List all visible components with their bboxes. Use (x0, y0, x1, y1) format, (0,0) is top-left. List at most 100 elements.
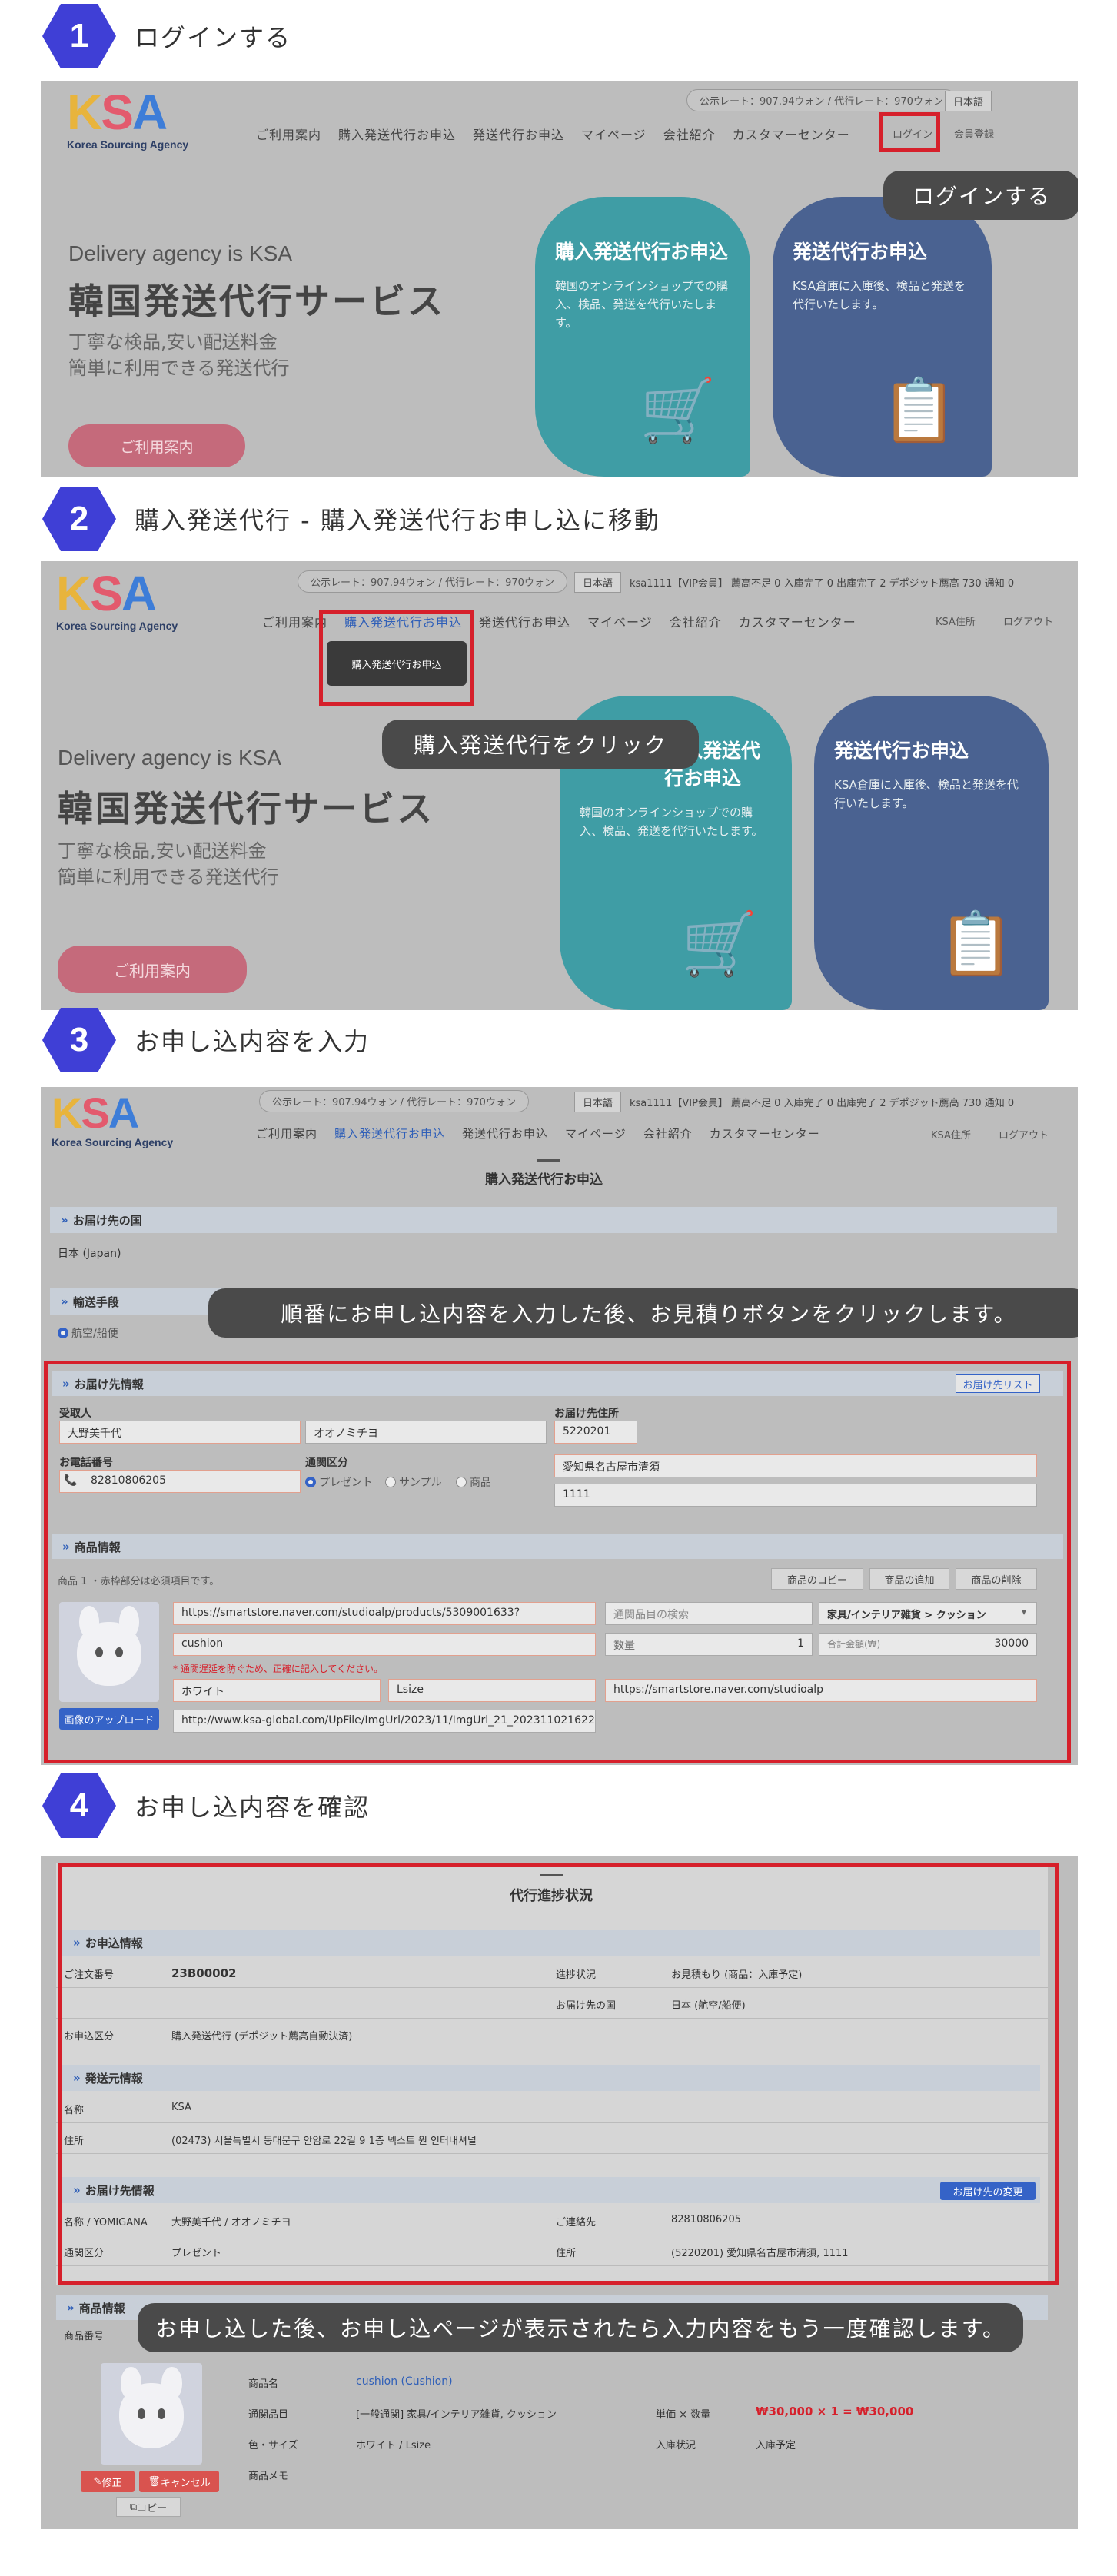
ksa-logo[interactable]: KSA Korea Sourcing Agency (67, 88, 188, 151)
nav-support[interactable]: カスタマーセンター (733, 125, 850, 143)
shipping-card[interactable]: 発送代行お申込 KSA倉庫に入庫後、検品と発送を代行いたします。 📋 (814, 696, 1049, 1010)
phone-input[interactable]: 82810806205 (59, 1470, 301, 1493)
customs-sample-radio[interactable]: サンプル (385, 1474, 442, 1490)
hero-title: 韓国発送代行サービス (58, 788, 434, 829)
postcode-label: お届け先住所 (554, 1408, 619, 1420)
language-selector[interactable]: 日本語 (945, 91, 992, 111)
exchange-rate-badge: 公示レート：907.94ウォン / 代行レート：970ウォン (259, 1090, 529, 1112)
user-status-bar[interactable]: ksa1111【VIP会員】 薦高不足 0 入庫完了 0 出庫完了 2 デポジッ… (630, 575, 1014, 590)
postcode-input[interactable]: 5220201 (554, 1421, 637, 1444)
hero-title: 韓国発送代行サービス (68, 281, 445, 322)
nav-shipping[interactable]: 発送代行お申込 (462, 1125, 548, 1142)
total-field[interactable]: 合計金額(₩) 30000 (819, 1633, 1037, 1656)
step-title: 購入発送代行 - 購入発送代行お申し込に移動 (135, 506, 660, 535)
language-selector[interactable]: 日本語 (574, 1092, 622, 1112)
clipboard-box-icon: 📋 (881, 374, 958, 446)
step-title: ログインする (135, 23, 292, 52)
stock-value: 入庫予定 (756, 2440, 796, 2451)
customs-label: 通関区分 (305, 1457, 348, 1469)
product-url-input[interactable]: https://smartstore.naver.com/studioalp/p… (173, 1602, 596, 1625)
nav-shipping[interactable]: 発送代行お申込 (473, 125, 564, 143)
ksa-logo[interactable]: KSA Korea Sourcing Agency (52, 1092, 173, 1149)
recipient-name-input[interactable]: 大野美千代 (59, 1421, 301, 1444)
nav-support[interactable]: カスタマーセンター (710, 1125, 820, 1142)
copy-button[interactable]: ⧉ コピー (116, 2497, 181, 2517)
product-no-label: 商品番号 (64, 2331, 105, 2342)
hero-tagline: Delivery agency is KSA (68, 241, 293, 265)
ksa-address-link[interactable]: KSA住所 (931, 1127, 971, 1142)
step-number-badge: 3 (42, 1008, 116, 1072)
hero-line-2: 簡単に利用できる発送代行 (68, 357, 290, 379)
customs-present-radio[interactable]: プレゼント (305, 1474, 373, 1490)
copy-product-button[interactable]: 商品のコピー (771, 1568, 863, 1590)
step-4-header: 4 お申し込内容を確認 (42, 1771, 370, 1840)
shop-url-input[interactable]: https://smartstore.naver.com/studioalp (605, 1679, 1037, 1702)
price-label: 単価 × 数量 (656, 2409, 711, 2421)
shopping-cart-icon: 🛒 (681, 908, 758, 979)
nav-purchase[interactable]: 購入発送代行お申込 (334, 1125, 445, 1142)
guide-button[interactable]: ご利用案内 (58, 946, 247, 993)
product-name-input[interactable]: cushion (173, 1633, 596, 1656)
address-list-button[interactable]: お届け先リスト (956, 1374, 1040, 1393)
phone-label: お電話番号 (59, 1457, 113, 1469)
confirm-callout: お申し込した後、お申し込ページが表示されたら入力内容をもう一度確認します。 (138, 2303, 1023, 2352)
step-title: お申し込内容を入力 (135, 1027, 371, 1056)
nav-mypage[interactable]: マイページ (581, 125, 647, 143)
nav-company[interactable]: 会社紹介 (643, 1125, 693, 1142)
nav-guide[interactable]: ご利用案内 (262, 612, 327, 630)
dest-country-value: 日本 (Japan) (58, 1248, 121, 1260)
language-selector[interactable]: 日本語 (574, 572, 622, 593)
chevron-down-icon: ▾ (1022, 1607, 1027, 1617)
clipboard-box-icon: 📋 (938, 908, 1015, 979)
shipping-method-radio[interactable]: 航空/船便 (58, 1325, 118, 1341)
nav-shipping[interactable]: 発送代行お申込 (479, 612, 570, 630)
nav-company[interactable]: 会社紹介 (670, 612, 722, 630)
nav-guide[interactable]: ご利用案内 (256, 1125, 317, 1142)
add-product-button[interactable]: 商品の追加 (869, 1568, 949, 1590)
screenshot-status: 代行進捗状況 » お申込情報 ご注文番号 23B00002 進捗状況 お見積もり … (41, 1856, 1078, 2529)
customs-product-radio[interactable]: 商品 (456, 1474, 491, 1490)
memo-label: 商品メモ (248, 2471, 289, 2482)
edit-button[interactable]: ✎ 修正 (81, 2471, 135, 2492)
page-title: 購入発送代行お申込 (485, 1172, 603, 1188)
nav-mypage[interactable]: マイページ (587, 612, 653, 630)
dropdown-purchase-item[interactable]: 購入発送代行お申込 (327, 641, 467, 686)
customs-warning: * 通関遅延を防ぐため、正確に記入してください。 (173, 1664, 384, 1674)
customs-search-input[interactable]: 通関品目の検索 (605, 1602, 813, 1625)
address2-input[interactable]: 1111 (554, 1484, 1037, 1507)
nav-mypage[interactable]: マイページ (565, 1125, 627, 1142)
ksa-logo[interactable]: KSA Korea Sourcing Agency (56, 569, 178, 632)
nav-guide[interactable]: ご利用案内 (256, 125, 321, 143)
user-status-bar[interactable]: ksa1111【VIP会員】 薦高不足 0 入庫完了 0 出庫完了 2 デポジッ… (630, 1095, 1014, 1109)
quantity-field[interactable]: 数量 1 (605, 1633, 813, 1656)
step-number-badge: 1 (42, 4, 116, 68)
guide-button[interactable]: ご利用案内 (68, 424, 245, 467)
logout-link[interactable]: ログアウト (999, 1127, 1049, 1142)
hero-line-2: 簡単に利用できる発送代行 (58, 866, 279, 888)
purchase-click-callout: 購入発送代行をクリック (382, 720, 699, 769)
delete-product-button[interactable]: 商品の削除 (956, 1568, 1037, 1590)
product-name-link[interactable]: cushion (Cushion) (356, 2375, 453, 2388)
image-url-input[interactable]: http://www.ksa-global.com/UpFile/ImgUrl/… (173, 1710, 596, 1733)
hero-line-1: 丁寧な検品,安い配送料金 (58, 840, 267, 862)
recipient-kana-input[interactable]: オオノミチヨ (305, 1421, 547, 1444)
color-input[interactable]: ホワイト (173, 1679, 381, 1702)
category-select[interactable]: 家具/インテリア雑貨 > クッション (819, 1602, 1037, 1625)
purchase-card[interactable]: 購入発送代行お申込 韓国のオンラインショップでの購入、検品、発送を代行いたします… (535, 197, 750, 477)
address1-input[interactable]: 愛知県名古屋市清須 (554, 1454, 1037, 1477)
nav-company[interactable]: 会社紹介 (663, 125, 716, 143)
input-callout: 順番にお申し込内容を入力した後、お見積りボタンをクリックします。 (208, 1288, 1078, 1338)
screenshot-login: KSA Korea Sourcing Agency 公示レート：907.94ウォ… (41, 81, 1078, 477)
nav-purchase[interactable]: 購入発送代行お申込 (338, 125, 456, 143)
logout-link[interactable]: ログアウト (1003, 613, 1053, 628)
image-upload-button[interactable]: 画像のアップロード (59, 1708, 159, 1730)
signup-link[interactable]: 会員登録 (954, 126, 994, 141)
shipping-card[interactable]: 発送代行お申込 KSA倉庫に入庫後、検品と発送を代行いたします。 📋 (773, 197, 992, 477)
size-input[interactable]: Lsize (388, 1679, 596, 1702)
main-nav: ご利用案内 購入発送代行お申込 発送代行お申込 マイページ 会社紹介 カスタマー… (256, 125, 850, 143)
ksa-address-link[interactable]: KSA住所 (936, 613, 976, 628)
product-note: 商品 1 ・赤枠部分は必須項目です。 (58, 1576, 220, 1587)
nav-support[interactable]: カスタマーセンター (739, 612, 856, 630)
product-image (101, 2363, 202, 2465)
cancel-button[interactable]: 🗑 キャンセル (139, 2471, 219, 2492)
